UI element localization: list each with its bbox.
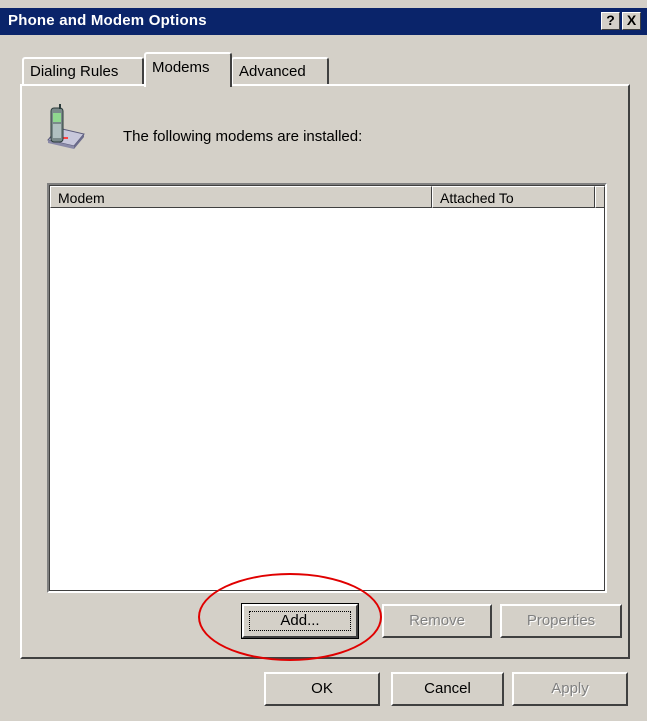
tab-dialing-rules[interactable]: Dialing Rules [22,57,144,84]
title-bar[interactable]: Phone and Modem Options ? X [0,8,647,35]
column-header-modem[interactable]: Modem [50,186,432,208]
installed-modems-label: The following modems are installed: [123,128,363,145]
red-highlight-circle [198,573,382,661]
apply-button[interactable]: Apply [512,672,628,706]
phone-modem-options-window: Phone and Modem Options ? X Dialing Rule… [0,0,647,721]
modem-phone-icon [47,104,85,149]
properties-button[interactable]: Properties [500,604,622,638]
tab-modems-label: Modems [152,59,210,76]
remove-button[interactable]: Remove [382,604,492,638]
help-button[interactable]: ? [601,12,620,30]
modems-list[interactable]: Modem Attached To [47,183,607,593]
cancel-button[interactable]: Cancel [391,672,504,706]
column-header-filler [595,186,605,208]
tab-dialing-rules-label: Dialing Rules [30,63,119,80]
tab-advanced[interactable]: Advanced [231,57,329,84]
ok-button[interactable]: OK [264,672,380,706]
column-header-attached-to[interactable]: Attached To [432,186,595,208]
close-button[interactable]: X [622,12,641,30]
window-title: Phone and Modem Options [8,12,207,29]
tab-advanced-label: Advanced [239,63,306,80]
tab-modems[interactable]: Modems [144,52,232,87]
modems-tab-panel: The following modems are installed: Mode… [20,84,630,659]
